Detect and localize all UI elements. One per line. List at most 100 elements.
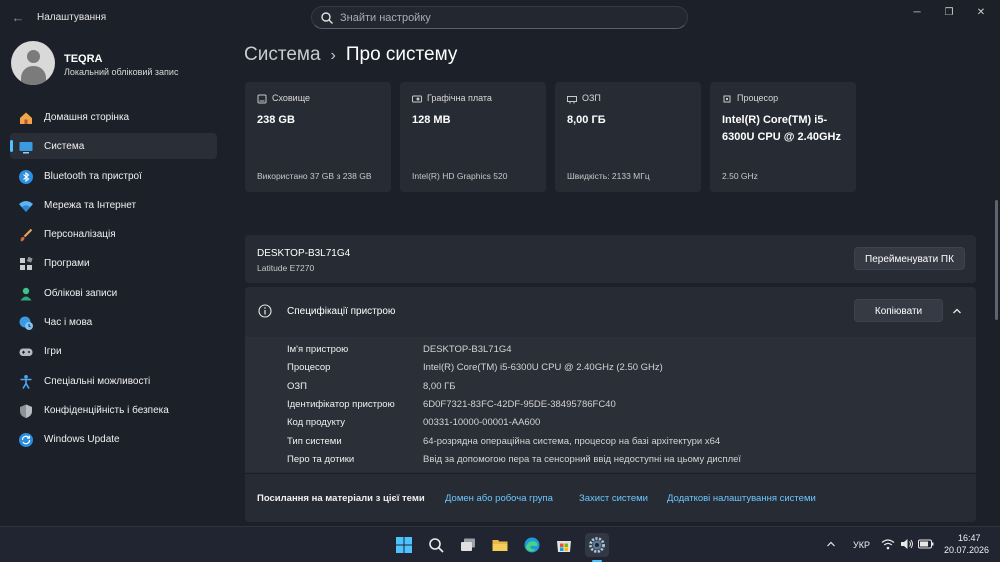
breadcrumb-separator: ›	[330, 47, 336, 64]
spec-key: Ім'я пристрою	[287, 344, 349, 355]
chevron-up-icon[interactable]	[826, 540, 836, 548]
battery-icon[interactable]	[918, 539, 934, 549]
user-name: TEQRA	[64, 53, 103, 65]
start-button[interactable]	[392, 533, 416, 557]
breadcrumb: Система › Про систему	[244, 44, 457, 66]
wifi-icon	[19, 200, 33, 212]
spec-key: Тип системи	[287, 435, 342, 447]
home-icon	[20, 112, 32, 124]
card-detail: Використано 37 GB з 238 GB	[257, 171, 372, 181]
spec-value: 00331-10000-00001-AA600	[423, 417, 541, 429]
active-indicator	[10, 140, 13, 153]
rename-pc-button[interactable]: Перейменувати ПК	[854, 247, 965, 270]
sidebar-item-label: Програми	[44, 258, 90, 270]
specifications-list: Ім'я пристрою DESKTOP-B3L71G4 Процесор I…	[245, 337, 976, 472]
sidebar-item-gaming[interactable]: Ігри	[10, 338, 217, 364]
spec-value: DESKTOP-B3L71G4	[423, 344, 512, 355]
domain-workgroup-link[interactable]: Домен або робоча група	[445, 493, 553, 504]
sidebar-nav: Домашня сторінка Система Bluetooth та пр…	[10, 104, 217, 456]
volume-icon[interactable]	[900, 538, 914, 550]
card-value: 128 MB	[412, 114, 451, 126]
spec-value: Intel(R) Core(TM) i5-6300U CPU @ 2.40GHz…	[423, 362, 663, 374]
gamepad-icon	[19, 348, 33, 357]
ram-card[interactable]: ОЗП 8,00 ГБ Швидкість: 2133 МГц	[555, 82, 701, 192]
app-title: Налаштування	[37, 12, 107, 23]
clock-time[interactable]: 16:47	[958, 533, 981, 543]
breadcrumb-parent[interactable]: Система	[244, 44, 321, 65]
minimize-button[interactable]: ─	[904, 4, 930, 22]
chevron-up-icon[interactable]	[951, 305, 963, 317]
spec-key: Перо та дотики	[287, 453, 355, 465]
sidebar-item-network[interactable]: Мережа та Інтернет	[10, 192, 217, 218]
file-explorer-button[interactable]	[488, 533, 512, 557]
spec-row: ОЗП 8,00 ГБ	[245, 379, 976, 395]
monitor-icon	[19, 142, 33, 154]
sidebar-item-label: Домашня сторінка	[44, 112, 130, 123]
sidebar-item-apps[interactable]: Програми	[10, 250, 217, 276]
cpu-card[interactable]: Процесор Intel(R) Core(TM) i5-6300U CPU …	[710, 82, 856, 192]
back-button[interactable]: ←	[8, 8, 28, 28]
page-title: Про систему	[345, 44, 458, 65]
avatar[interactable]	[11, 41, 55, 85]
scrollbar[interactable]	[995, 200, 998, 320]
storage-card[interactable]: Сховище 238 GB Використано 37 GB з 238 G…	[245, 82, 391, 192]
device-model: Latitude E7270	[257, 263, 315, 273]
search-box[interactable]	[311, 6, 688, 29]
sidebar-item-privacy[interactable]: Конфіденційність і безпека	[10, 397, 217, 423]
settings-taskbar-button[interactable]	[585, 533, 609, 557]
language-indicator[interactable]: УКР	[853, 540, 870, 550]
taskbar-search-button[interactable]	[424, 533, 448, 557]
sidebar-item-label: Час і мова	[44, 317, 93, 329]
edge-icon	[524, 537, 540, 553]
sidebar-item-label: Система	[44, 141, 85, 153]
maximize-button[interactable]: ❐	[936, 4, 962, 22]
edge-button[interactable]	[520, 533, 544, 557]
store-button[interactable]	[552, 533, 576, 557]
spec-row: Ідентифікатор пристрою 6D0F7321-83FC-42D…	[245, 397, 976, 413]
sidebar-item-bluetooth[interactable]: Bluetooth та пристрої	[10, 163, 217, 189]
clock-date[interactable]: 20.07.2026	[944, 545, 989, 555]
sidebar-item-label: Спеціальні можливості	[44, 375, 151, 387]
card-title: Процесор	[737, 93, 779, 103]
spec-value: 64-розрядна операційна система, процесор…	[423, 435, 721, 447]
sidebar-item-home[interactable]: Домашня сторінка	[10, 104, 217, 130]
spec-key: Код продукту	[287, 417, 346, 429]
device-specifications: Специфікації пристрою Копіювати Ім'я при…	[245, 287, 976, 522]
device-name: DESKTOP-B3L71G4	[257, 248, 351, 259]
sidebar-item-label: Персоналізація	[44, 229, 116, 241]
close-button[interactable]: ✕	[968, 4, 994, 22]
specifications-header[interactable]: Специфікації пристрою Копіювати	[245, 287, 976, 335]
sidebar-item-windows-update[interactable]: Windows Update	[10, 426, 217, 452]
storage-icon	[257, 94, 267, 104]
spec-row: Код продукту 00331-10000-00001-AA600	[245, 415, 976, 431]
sidebar-item-time-language[interactable]: Час і мова	[10, 309, 217, 335]
apps-icon	[20, 257, 33, 271]
spec-key: Процесор	[287, 362, 331, 374]
sidebar-item-system[interactable]: Система	[10, 133, 217, 160]
system-protection-link[interactable]: Захист системи	[579, 493, 648, 504]
sidebar-item-personalization[interactable]: Персоналізація	[10, 221, 217, 247]
related-links-label: Посилання на матеріали з цієї теми	[257, 493, 425, 504]
graphics-card[interactable]: Графічна плата 128 MB Intel(R) HD Graphi…	[400, 82, 546, 192]
copy-button[interactable]: Копіювати	[854, 299, 943, 322]
sidebar-item-label: Ігри	[44, 346, 62, 358]
settings-icon	[589, 537, 605, 553]
sidebar-item-accounts[interactable]: Облікові записи	[10, 280, 217, 306]
info-icon	[258, 304, 272, 318]
advanced-system-settings-link[interactable]: Додаткові налаштування системи	[667, 493, 816, 504]
search-icon	[429, 538, 444, 553]
file-explorer-icon	[492, 540, 508, 551]
accessibility-icon	[20, 374, 32, 389]
sidebar-item-label: Облікові записи	[44, 287, 118, 299]
wifi-icon[interactable]	[881, 538, 895, 550]
update-icon	[19, 433, 33, 448]
sidebar-item-accessibility[interactable]: Спеціальні можливості	[10, 368, 217, 394]
sidebar-item-label: Bluetooth та пристрої	[44, 170, 142, 182]
spec-value: 6D0F7321-83FC-42DF-95DE-38495786FC40	[423, 398, 616, 410]
spec-value: Ввід за допомогою пера та сенсорний ввід…	[423, 453, 742, 465]
device-name-row: DESKTOP-B3L71G4 Latitude E7270 Переймену…	[245, 235, 976, 283]
task-view-button[interactable]	[456, 533, 480, 557]
search-input[interactable]	[340, 9, 670, 26]
spec-row: Перо та дотики Ввід за допомогою пера та…	[245, 452, 976, 468]
ram-icon	[567, 96, 577, 104]
